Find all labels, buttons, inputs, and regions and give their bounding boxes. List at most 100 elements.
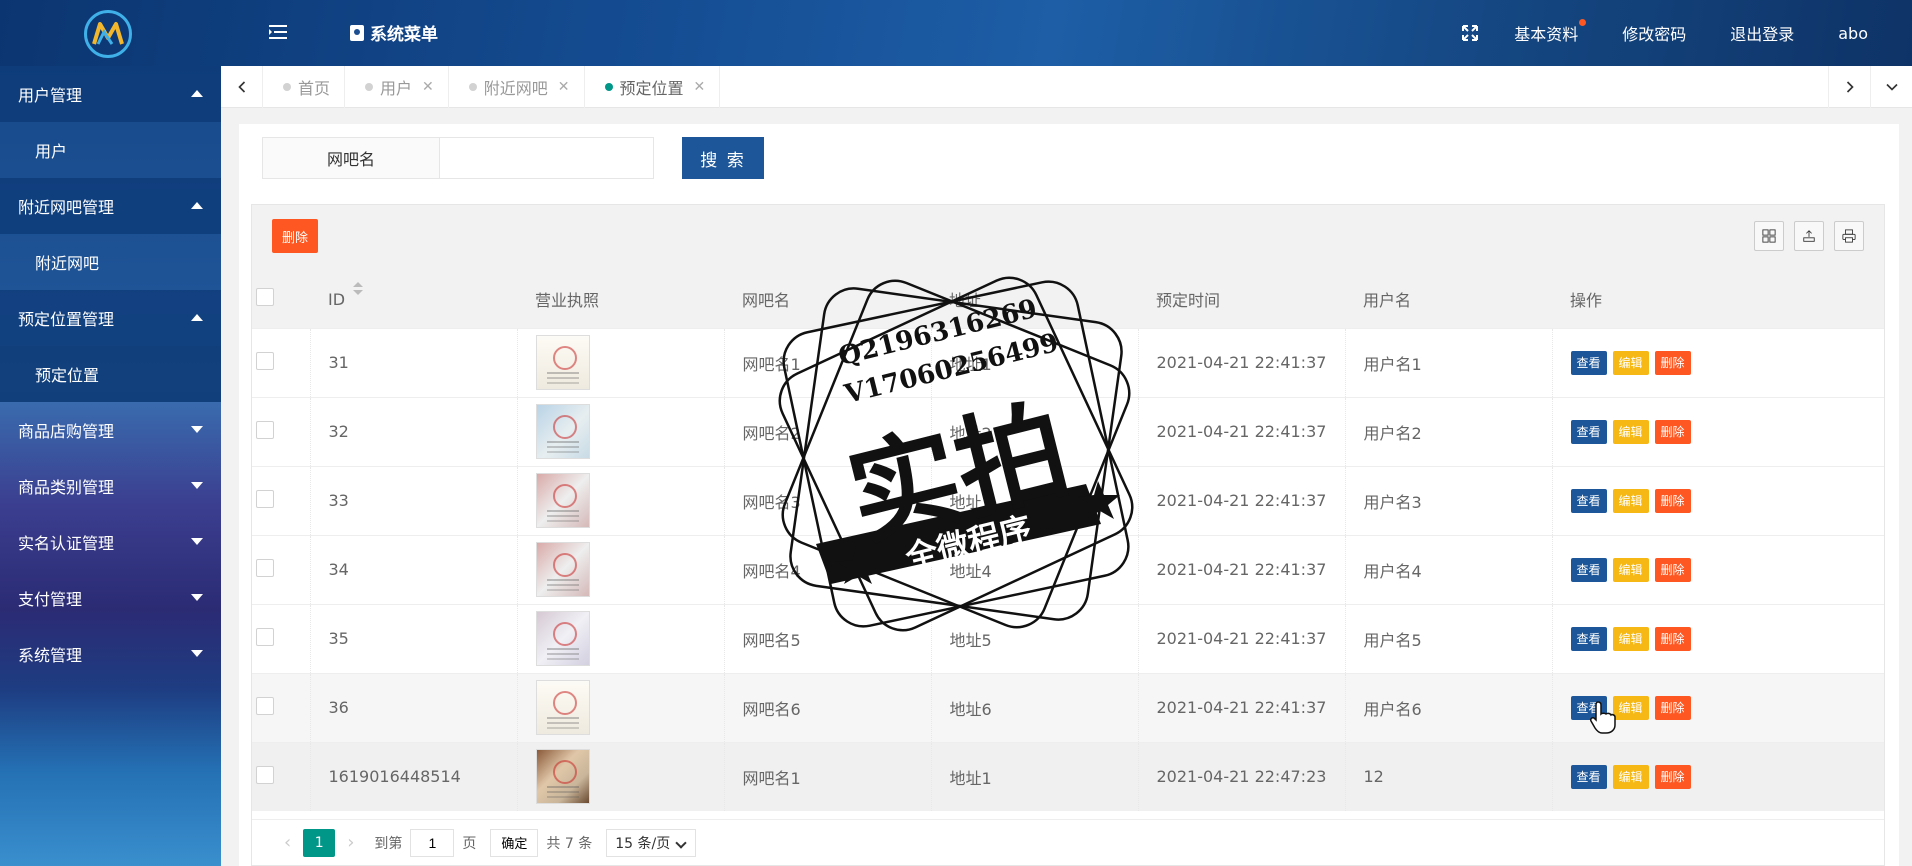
view-button[interactable]: 查看 xyxy=(1570,488,1607,513)
sort-icon[interactable] xyxy=(353,281,364,295)
app-logo xyxy=(84,10,132,58)
tab-netcafe[interactable]: 附近网吧 ✕ xyxy=(449,66,585,108)
logout-link[interactable]: 退出登录 xyxy=(1730,21,1794,45)
sidebar-group-reservation-mgmt[interactable]: 预定位置管理 xyxy=(0,290,221,346)
next-page-icon[interactable]: › xyxy=(347,832,354,853)
reservation-table: ID 营业执照 网吧名 地址 预定时间 用户名 操作 31 网吧名1 地址1 2… xyxy=(252,271,1884,811)
caret-down-icon xyxy=(191,650,203,657)
table-row: 33 网吧名3 地址3 2021-04-21 22:41:37 用户名3 查看 … xyxy=(252,466,1884,535)
close-icon[interactable]: ✕ xyxy=(558,79,570,95)
close-icon[interactable]: ✕ xyxy=(422,79,434,95)
menu-toggle-icon[interactable] xyxy=(268,22,288,42)
fullscreen-icon[interactable] xyxy=(1462,25,1479,41)
sidebar-group-netcafe-mgmt[interactable]: 附近网吧管理 xyxy=(0,178,221,234)
row-select-cell xyxy=(252,673,311,742)
edit-button[interactable]: 编辑 xyxy=(1612,764,1649,789)
row-checkbox[interactable] xyxy=(256,489,274,508)
edit-button[interactable]: 编辑 xyxy=(1612,350,1649,375)
cell-id: 32 xyxy=(310,397,518,466)
close-icon[interactable]: ✕ xyxy=(694,79,706,95)
row-checkbox[interactable] xyxy=(256,696,274,715)
tab-reservation[interactable]: 预定位置 ✕ xyxy=(585,66,721,108)
search-form: 网吧名 搜 索 xyxy=(262,137,764,179)
columns-filter-icon[interactable] xyxy=(1754,221,1784,251)
sidebar-group-real-name[interactable]: 实名认证管理 xyxy=(0,514,221,570)
tabs: 首页 用户 ✕ 附近网吧 ✕ 预定位置 ✕ xyxy=(263,66,721,108)
goto-suffix: 页 xyxy=(462,835,477,852)
view-button[interactable]: 查看 xyxy=(1570,626,1607,651)
license-thumbnail[interactable] xyxy=(535,404,590,459)
header-license: 营业执照 xyxy=(535,291,600,311)
row-checkbox[interactable] xyxy=(256,558,274,577)
sidebar-item-users[interactable]: 用户 xyxy=(0,122,221,178)
license-thumbnail[interactable] xyxy=(535,335,590,390)
cell-address: 地址1 xyxy=(931,742,1139,811)
sidebar-item-netcafe[interactable]: 附近网吧 xyxy=(0,234,221,290)
row-checkbox[interactable] xyxy=(256,765,274,784)
sidebar-group-goods-purchase[interactable]: 商品店购管理 xyxy=(0,402,221,458)
delete-button[interactable]: 删除 xyxy=(1654,764,1691,789)
license-thumbnail[interactable] xyxy=(535,680,590,735)
row-checkbox[interactable] xyxy=(256,627,274,646)
view-button[interactable]: 查看 xyxy=(1570,350,1607,375)
sidebar-group-payment[interactable]: 支付管理 xyxy=(0,570,221,626)
table-tools xyxy=(1754,221,1864,251)
caret-down-icon xyxy=(191,482,203,489)
select-all-checkbox[interactable] xyxy=(256,288,274,307)
view-button[interactable]: 查看 xyxy=(1570,557,1607,582)
sidebar-item-reservation[interactable]: 预定位置 xyxy=(0,346,221,402)
license-thumbnail[interactable] xyxy=(535,749,590,805)
edit-button[interactable]: 编辑 xyxy=(1612,419,1649,444)
row-select-cell xyxy=(252,742,311,811)
change-password-link[interactable]: 修改密码 xyxy=(1622,21,1686,45)
search-button[interactable]: 搜 索 xyxy=(682,137,764,179)
license-thumbnail[interactable] xyxy=(535,542,590,597)
system-menu-label: 系统菜单 xyxy=(370,25,438,45)
goto-confirm-button[interactable]: 确定 xyxy=(490,828,539,857)
edit-button[interactable]: 编辑 xyxy=(1612,557,1649,582)
tabs-scroll-right-button[interactable] xyxy=(1828,66,1870,108)
tabs-menu-button[interactable] xyxy=(1870,66,1912,108)
batch-delete-button[interactable]: 删除 xyxy=(272,219,319,253)
row-checkbox[interactable] xyxy=(256,351,274,370)
netcafe-name-input[interactable] xyxy=(440,137,654,179)
delete-button[interactable]: 删除 xyxy=(1654,557,1691,582)
tab-users[interactable]: 用户 ✕ xyxy=(345,66,449,108)
header-id[interactable]: ID xyxy=(310,271,517,328)
sidebar-group-user-mgmt[interactable]: 用户管理 xyxy=(0,66,221,122)
page-size-select[interactable]: 15 条/页 xyxy=(606,828,697,857)
sidebar-group-system[interactable]: 系统管理 xyxy=(0,626,221,682)
view-button[interactable]: 查看 xyxy=(1570,419,1607,444)
row-select-cell xyxy=(252,328,311,397)
system-menu-title[interactable]: 系统菜单 xyxy=(350,20,438,45)
goto-page-input[interactable] xyxy=(410,828,455,857)
print-icon[interactable] xyxy=(1834,221,1864,251)
edit-button[interactable]: 编辑 xyxy=(1612,695,1649,720)
username[interactable]: abo xyxy=(1838,24,1868,43)
header-right: 基本资料 修改密码 退出登录 abo xyxy=(1462,0,1912,66)
page-current[interactable]: 1 xyxy=(303,828,336,857)
prev-page-icon[interactable]: ‹ xyxy=(284,832,291,853)
cell-netcafe-name: 网吧名3 xyxy=(724,466,932,535)
cell-username: 用户名1 xyxy=(1345,328,1553,397)
edit-button[interactable]: 编辑 xyxy=(1612,626,1649,651)
sidebar-group-goods-category[interactable]: 商品类别管理 xyxy=(0,458,221,514)
license-thumbnail[interactable] xyxy=(535,473,590,528)
tab-home[interactable]: 首页 xyxy=(263,66,346,108)
export-icon[interactable] xyxy=(1794,221,1824,251)
delete-button[interactable]: 删除 xyxy=(1654,626,1691,651)
pagination: ‹ 1 › 到第 页 确定 共 7 条 15 条/页 xyxy=(252,819,1884,865)
view-button[interactable]: 查看 xyxy=(1570,764,1607,789)
delete-button[interactable]: 删除 xyxy=(1654,695,1691,720)
edit-button[interactable]: 编辑 xyxy=(1612,488,1649,513)
cell-address: 地址2 xyxy=(931,397,1139,466)
delete-button[interactable]: 删除 xyxy=(1654,419,1691,444)
profile-link[interactable]: 基本资料 xyxy=(1514,19,1587,45)
license-thumbnail[interactable] xyxy=(535,611,590,666)
cell-license xyxy=(517,673,725,742)
row-checkbox[interactable] xyxy=(256,420,274,439)
logo-mark-icon xyxy=(92,22,124,45)
delete-button[interactable]: 删除 xyxy=(1654,350,1691,375)
delete-button[interactable]: 删除 xyxy=(1654,488,1691,513)
tabs-scroll-left-button[interactable] xyxy=(221,66,263,108)
